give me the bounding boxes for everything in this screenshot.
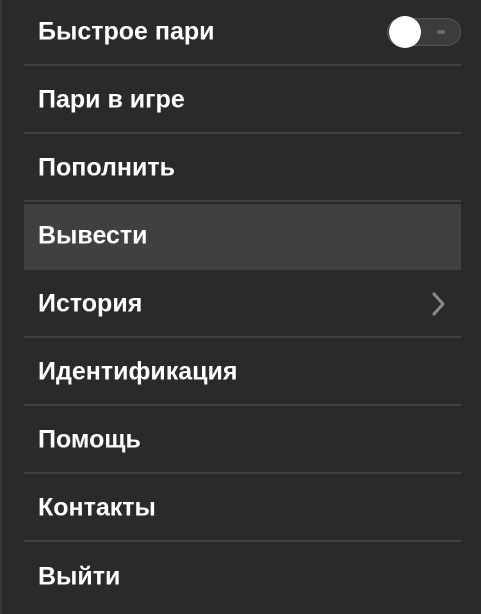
toggle-off-mark <box>437 30 445 34</box>
menu-item-quick-bet-label: Быстрое пари <box>38 17 215 46</box>
menu-item-help[interactable]: Помощь <box>24 408 461 474</box>
menu-item-contacts[interactable]: Контакты <box>24 476 461 542</box>
chevron-right-icon <box>432 292 445 316</box>
menu-item-contacts-label: Контакты <box>38 493 156 522</box>
menu-item-logout[interactable]: Выйти <box>24 544 461 610</box>
menu-item-identification[interactable]: Идентификация <box>24 340 461 406</box>
menu-item-help-label: Помощь <box>38 425 141 454</box>
quick-bet-toggle[interactable] <box>385 13 461 51</box>
menu-item-quick-bet[interactable]: Быстрое пари <box>24 0 461 66</box>
side-menu: Быстрое пари Пари в игре Пополнить Вывес… <box>24 0 461 614</box>
menu-item-deposit-label: Пополнить <box>38 153 175 182</box>
menu-item-deposit[interactable]: Пополнить <box>24 136 461 202</box>
toggle-thumb <box>389 16 421 48</box>
menu-item-logout-label: Выйти <box>38 562 121 591</box>
left-edge-strip <box>0 0 2 614</box>
menu-item-withdraw-label: Вывести <box>38 221 148 250</box>
menu-item-live-bets-label: Пари в игре <box>38 85 185 114</box>
menu-item-identification-label: Идентификация <box>38 357 238 386</box>
menu-item-live-bets[interactable]: Пари в игре <box>24 68 461 134</box>
menu-item-history-label: История <box>38 289 143 318</box>
menu-item-history[interactable]: История <box>24 272 461 338</box>
menu-item-withdraw[interactable]: Вывести <box>24 204 461 270</box>
